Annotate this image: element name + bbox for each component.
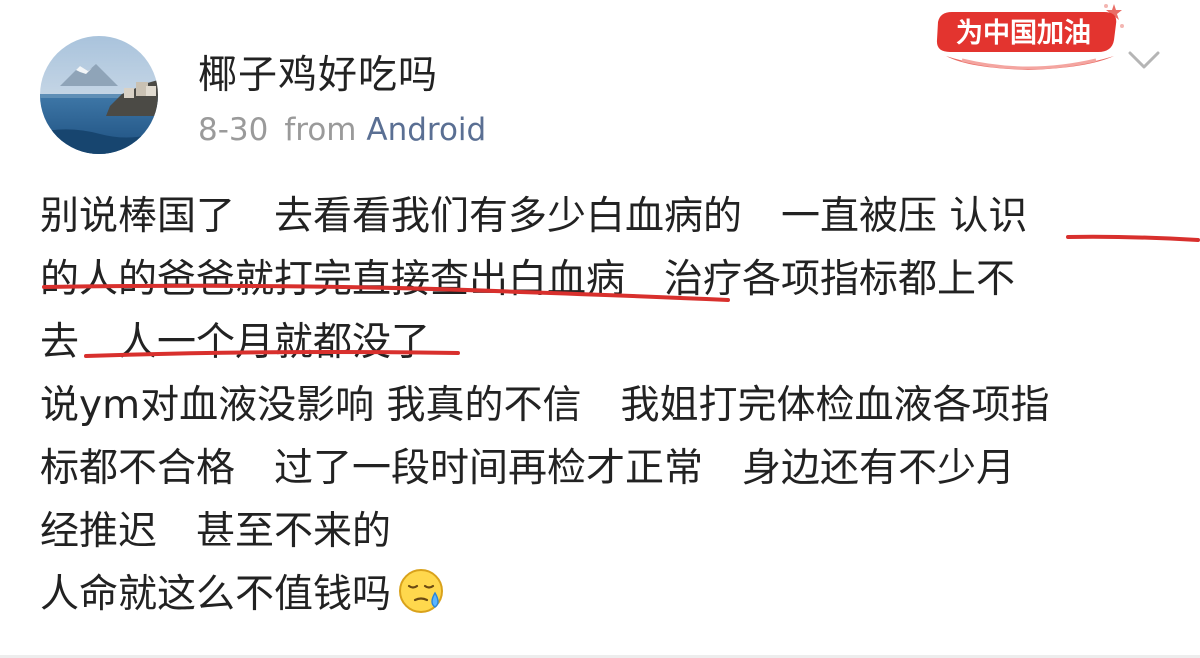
content-line: 说ym对血液没影响 我真的不信 我姐打完体检血液各项指 — [40, 383, 1050, 428]
cheer-china-badge[interactable]: 为中国加油 — [928, 0, 1132, 80]
post-meta: 8-30 from Android — [198, 112, 486, 148]
last-content-line: 人命就这么不值钱吗 — [40, 563, 1180, 626]
weibo-post: 椰子鸡好吃吗 8-30 from Android 为中国加油 别说棒国了 去看看我… — [0, 0, 1200, 658]
content-line: 的人的爸爸就打完直接查出白血病 治疗各项指标都上不 — [40, 257, 1016, 302]
post-content: 别说棒国了 去看看我们有多少白血病的 一直被压 认识 的人的爸爸就打完直接查出白… — [40, 185, 1180, 626]
chevron-down-icon[interactable] — [1126, 48, 1162, 72]
badge-icon: 为中国加油 — [936, 4, 1124, 70]
post-date: 8-30 — [198, 112, 269, 148]
content-line: 经推迟 甚至不来的 — [40, 509, 392, 554]
author-name[interactable]: 椰子鸡好吃吗 — [198, 44, 438, 100]
content-line-text: 人命就这么不值钱吗 — [40, 572, 392, 617]
content-line: 标都不合格 过了一段时间再检才正常 身边还有不少月 — [40, 446, 1016, 491]
content-line: 别说棒国了 去看看我们有多少白血病的 一直被压 认识 — [40, 194, 1028, 239]
content-line: 去 人一个月就都没了 — [40, 320, 431, 365]
post-source[interactable]: Android — [366, 112, 486, 148]
sweat-emoji-icon — [397, 567, 445, 615]
from-label: from — [284, 112, 357, 148]
badge-text: 为中国加油 — [956, 18, 1091, 49]
avatar[interactable] — [40, 36, 158, 154]
avatar-image — [40, 36, 158, 154]
